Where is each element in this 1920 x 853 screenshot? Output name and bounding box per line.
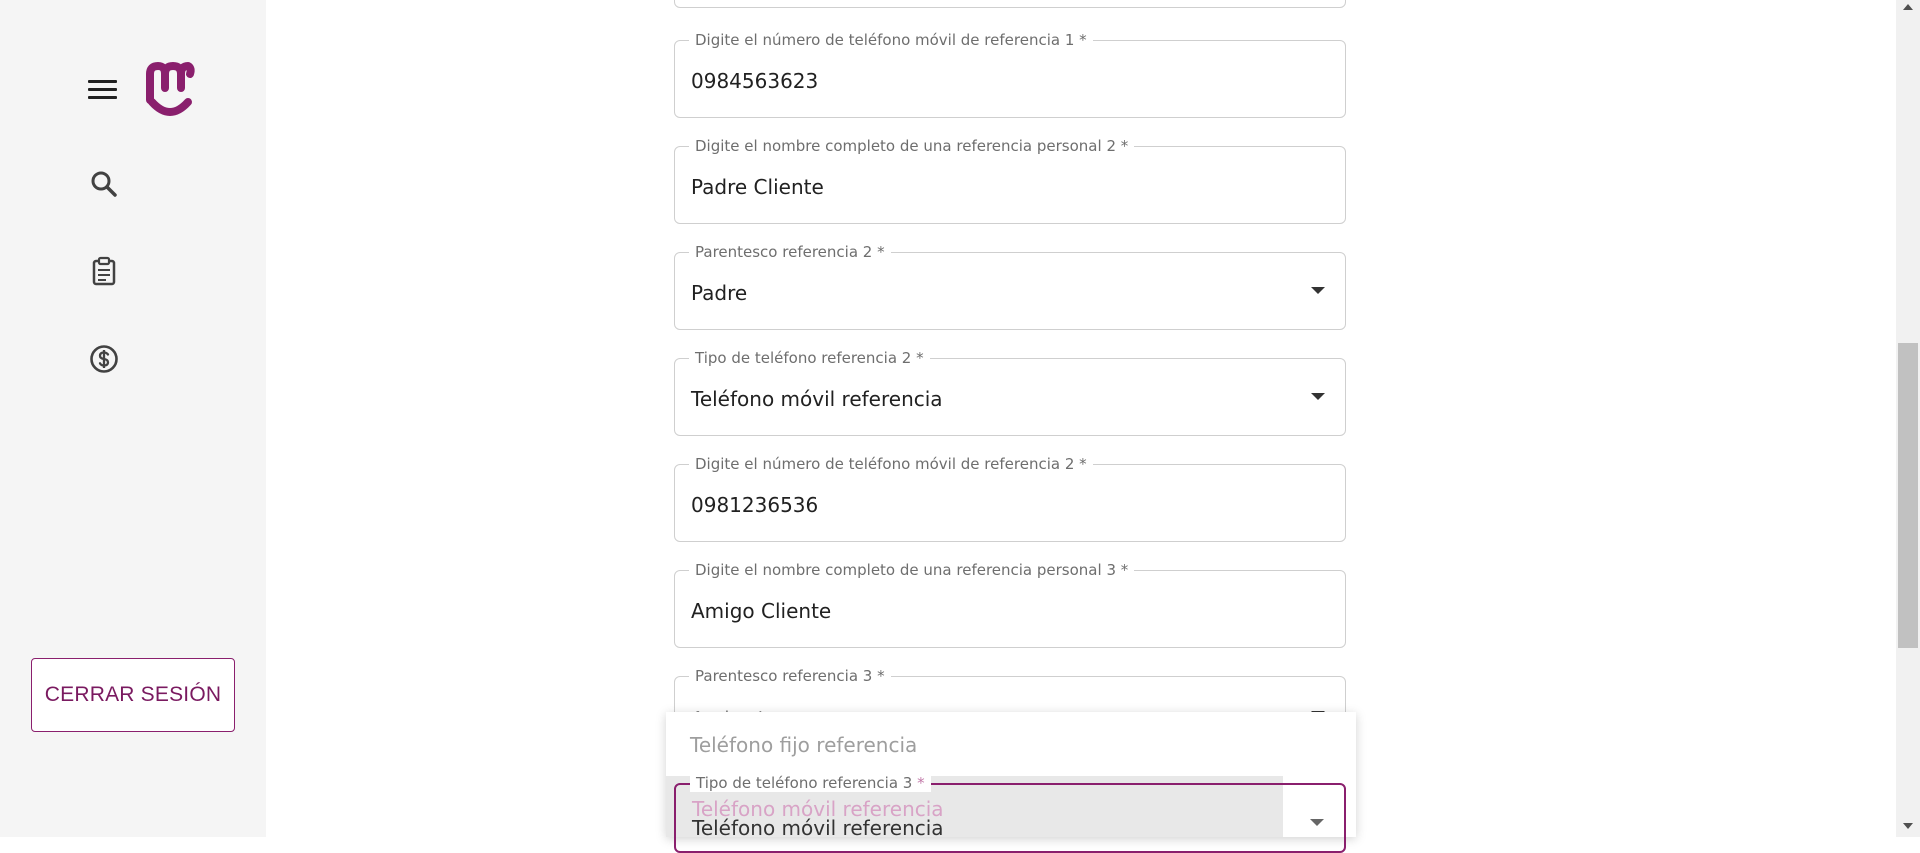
field-label: Tipo de teléfono referencia 2 * <box>689 349 930 367</box>
dollar-circle-icon[interactable] <box>89 344 119 374</box>
field-value: 0981236536 <box>691 493 819 517</box>
ref3-full-name-field[interactable]: Digite el nombre completo de una referen… <box>674 561 1346 648</box>
scroll-down-icon[interactable] <box>1903 823 1913 829</box>
field-value: Teléfono móvil referencia <box>692 816 944 840</box>
field-value: Padre <box>691 281 748 305</box>
field-value: Padre Cliente <box>691 175 824 199</box>
ref2-full-name-field[interactable]: Digite el nombre completo de una referen… <box>674 137 1346 224</box>
ref3-phone-type-select[interactable]: Tipo de teléfono referencia 3 * Teléfono… <box>674 774 1346 853</box>
field-value: 0984563623 <box>691 69 819 93</box>
logout-button[interactable]: CERRAR SESIÓN <box>31 658 235 732</box>
scroll-up-icon[interactable] <box>1903 4 1913 10</box>
sidebar: CERRAR SESIÓN <box>0 0 266 837</box>
ref2-relationship-select[interactable]: Parentesco referencia 2 * Padre <box>674 243 1346 330</box>
field-label: Digite el nombre completo de una referen… <box>689 137 1135 155</box>
field-label: Parentesco referencia 2 * <box>689 243 891 261</box>
partial-field-above[interactable] <box>674 0 1346 8</box>
dropdown-option-fixed[interactable]: Teléfono fijo referencia <box>690 733 917 757</box>
clipboard-icon[interactable] <box>89 256 119 286</box>
ref2-mobile-number-field[interactable]: Digite el número de teléfono móvil de re… <box>674 455 1346 542</box>
menu-icon[interactable] <box>88 78 118 102</box>
m-smile-logo-icon[interactable] <box>144 60 196 120</box>
field-label: Tipo de teléfono referencia 3 * <box>690 774 931 792</box>
field-value: Teléfono móvil referencia <box>691 387 943 411</box>
field-label: Parentesco referencia 3 * <box>689 667 891 685</box>
ref1-mobile-number-field[interactable]: Digite el número de teléfono móvil de re… <box>674 31 1346 118</box>
chevron-down-icon[interactable] <box>1310 819 1324 826</box>
ref2-phone-type-select[interactable]: Tipo de teléfono referencia 2 * Teléfono… <box>674 349 1346 436</box>
scrollbar-thumb[interactable] <box>1898 343 1918 648</box>
field-value: Amigo Cliente <box>691 599 832 623</box>
field-label: Digite el nombre completo de una referen… <box>689 561 1135 579</box>
field-label: Digite el número de teléfono móvil de re… <box>689 455 1093 473</box>
search-icon[interactable] <box>89 169 119 199</box>
field-label: Digite el número de teléfono móvil de re… <box>689 31 1093 49</box>
chevron-down-icon[interactable] <box>1311 287 1325 294</box>
chevron-down-icon[interactable] <box>1311 393 1325 400</box>
